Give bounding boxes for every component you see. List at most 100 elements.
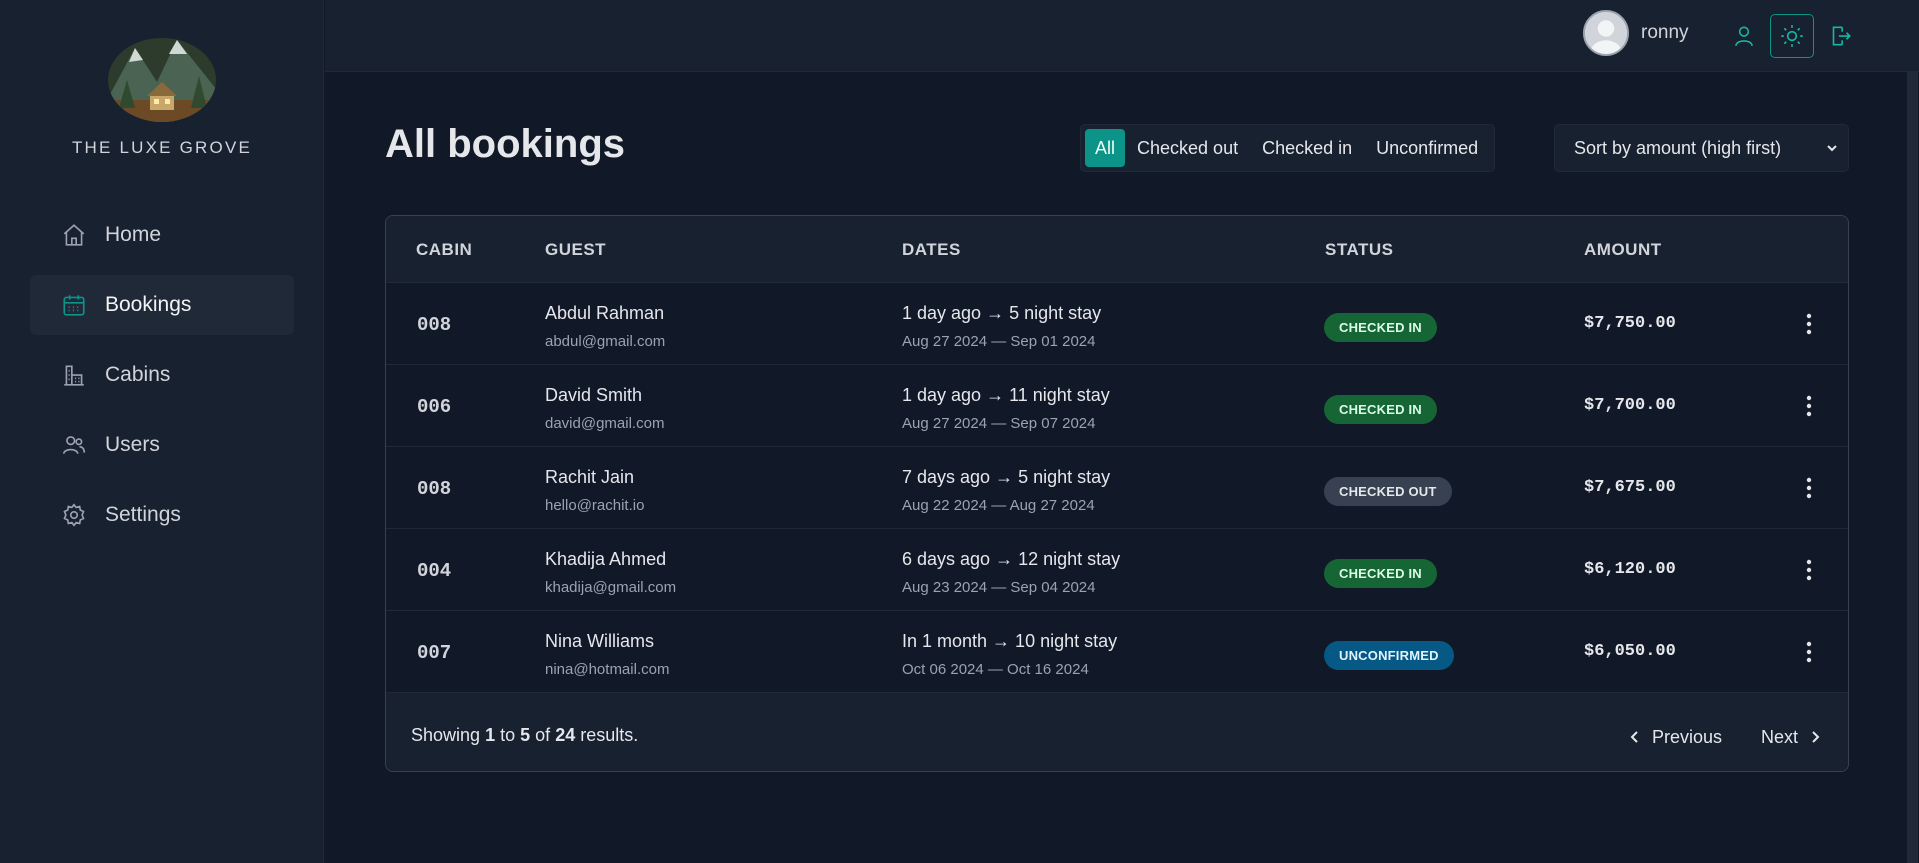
summary-total: 24 (555, 725, 576, 745)
filter-checked-in[interactable]: Checked in (1250, 129, 1364, 167)
table-row: 006 David Smith david@gmail.com 1 day ag… (386, 365, 1848, 447)
logo-image (108, 38, 216, 122)
more-vertical-icon (1806, 641, 1812, 663)
status-badge: CHECKED IN (1324, 559, 1437, 588)
row-menu-button[interactable] (1795, 638, 1823, 666)
previous-label: Previous (1652, 726, 1723, 747)
home-icon (60, 221, 88, 249)
next-page-button[interactable]: Next (1761, 719, 1823, 755)
cabin-number: 008 (417, 314, 452, 336)
guest-email: khadija@gmail.com (545, 579, 677, 596)
table-footer: Showing 1 to 5 of 24 results. Previous N… (386, 703, 1848, 771)
column-header-guest: GUEST (545, 240, 607, 259)
cabin-number: 008 (417, 478, 452, 500)
cabin-number: 006 (417, 396, 452, 418)
previous-page-button[interactable]: Previous (1627, 719, 1722, 755)
guest-name: Rachit Jain (545, 467, 635, 487)
avatar-placeholder-icon (1585, 12, 1627, 54)
bookings-table: CABIN GUEST DATES STATUS AMOUNT 008 Abdu… (385, 215, 1849, 772)
booking-amount: $7,700.00 (1584, 396, 1676, 415)
username: ronny (1641, 22, 1689, 43)
account-button[interactable] (1722, 14, 1766, 58)
guest-name: David Smith (545, 385, 643, 405)
guest-name: Nina Williams (545, 631, 655, 651)
guest-email: hello@rachit.io (545, 497, 645, 514)
sidebar-item-label: Bookings (105, 293, 192, 316)
sidebar-item-label: Users (105, 433, 160, 456)
filter-unconfirmed[interactable]: Unconfirmed (1364, 129, 1490, 167)
booking-amount: $6,050.00 (1584, 642, 1676, 661)
gear-icon (60, 501, 88, 529)
more-vertical-icon (1806, 477, 1812, 499)
summary-of-word: of (535, 725, 551, 745)
stay-summary: 1 day ago → 5 night stay (902, 303, 1102, 323)
booking-amount: $6,120.00 (1584, 560, 1676, 579)
more-vertical-icon (1806, 313, 1812, 335)
stay-date-range: Aug 27 2024 — Sep 01 2024 (902, 333, 1096, 350)
column-header-cabin: CABIN (416, 240, 473, 259)
row-menu-button[interactable] (1795, 474, 1823, 502)
chevron-down-icon (1827, 145, 1837, 152)
sidebar-item-bookings[interactable]: Bookings (30, 275, 294, 335)
summary-suffix: results. (580, 725, 639, 745)
filter-checked-out[interactable]: Checked out (1125, 129, 1250, 167)
guest-email: nina@hotmail.com (545, 661, 670, 678)
cabin-number: 004 (417, 560, 452, 582)
scrollbar[interactable] (1906, 72, 1919, 863)
sort-selected-label: Sort by amount (high first) (1574, 137, 1782, 158)
booking-filter: All Checked out Checked in Unconfirmed (1080, 124, 1496, 172)
stay-date-range: Aug 23 2024 — Sep 04 2024 (902, 579, 1096, 596)
sidebar-nav: Home Bookings Cabins Users Settings (30, 205, 294, 555)
theme-toggle-button[interactable] (1770, 14, 1814, 58)
brand-name: THE LUXE GROVE (71, 138, 253, 157)
logout-button[interactable] (1818, 14, 1862, 58)
filter-all[interactable]: All (1085, 129, 1126, 167)
stay-summary: 7 days ago → 5 night stay (902, 467, 1111, 487)
sidebar-item-home[interactable]: Home (30, 205, 294, 265)
chevron-right-icon (1812, 731, 1820, 743)
booking-amount: $7,750.00 (1584, 314, 1676, 333)
table-header: CABIN GUEST DATES STATUS AMOUNT (386, 216, 1848, 283)
row-menu-button[interactable] (1795, 556, 1823, 584)
status-badge: CHECKED IN (1324, 395, 1437, 424)
column-header-dates: DATES (902, 240, 961, 259)
summary-to: 5 (520, 725, 531, 745)
pagination-summary: Showing 1 to 5 of 24 results. (411, 725, 638, 746)
status-badge: CHECKED OUT (1324, 477, 1452, 506)
chevron-left-icon (1630, 731, 1638, 743)
stay-summary: 1 day ago → 11 night stay (902, 385, 1110, 405)
row-menu-button[interactable] (1795, 392, 1823, 420)
sidebar-item-label: Home (105, 223, 162, 246)
avatar[interactable] (1583, 10, 1629, 56)
summary-to-word: to (500, 725, 516, 745)
more-vertical-icon (1806, 395, 1812, 417)
guest-email: david@gmail.com (545, 415, 665, 432)
guest-name: Abdul Rahman (545, 303, 665, 323)
sidebar-item-label: Settings (105, 503, 181, 526)
calendar-icon (60, 291, 88, 319)
sidebar: THE LUXE GROVE Home Bookings Cabins User… (0, 0, 324, 863)
status-badge: CHECKED IN (1324, 313, 1437, 342)
more-vertical-icon (1806, 559, 1812, 581)
table-row: 007 Nina Williams nina@hotmail.com In 1 … (386, 611, 1848, 693)
booking-amount: $7,675.00 (1584, 478, 1676, 497)
page-title: All bookings (385, 122, 625, 166)
stay-date-range: Aug 22 2024 — Aug 27 2024 (902, 497, 1095, 514)
sort-select[interactable]: Sort by amount (high first) (1554, 124, 1849, 172)
stay-date-range: Oct 06 2024 — Oct 16 2024 (902, 661, 1089, 678)
table-row: 004 Khadija Ahmed khadija@gmail.com 6 da… (386, 529, 1848, 611)
guest-email: abdul@gmail.com (545, 333, 666, 350)
sidebar-item-users[interactable]: Users (30, 415, 294, 475)
next-label: Next (1761, 726, 1799, 747)
sidebar-item-settings[interactable]: Settings (30, 485, 294, 545)
scrollbar-thumb[interactable] (1907, 72, 1918, 863)
table-row: 008 Abdul Rahman abdul@gmail.com 1 day a… (386, 283, 1848, 365)
row-menu-button[interactable] (1795, 310, 1823, 338)
sun-icon (1781, 25, 1803, 47)
summary-from: 1 (485, 725, 496, 745)
users-icon (60, 431, 88, 459)
summary-prefix: Showing (411, 725, 481, 745)
sidebar-item-cabins[interactable]: Cabins (30, 345, 294, 405)
building-icon (60, 361, 88, 389)
sidebar-item-label: Cabins (105, 363, 171, 386)
